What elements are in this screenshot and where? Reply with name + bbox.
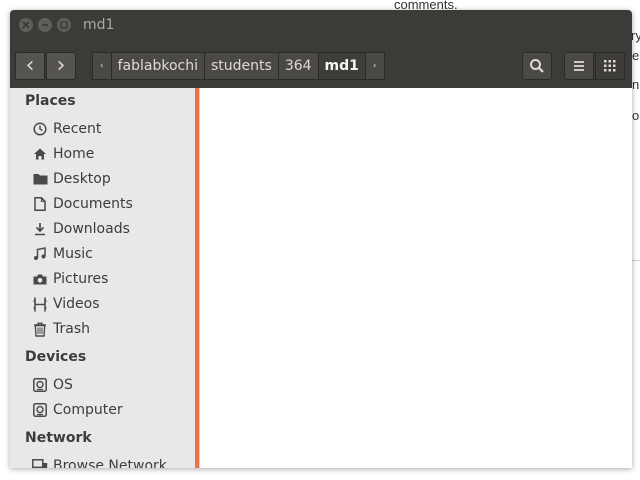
list-view-button[interactable] [564, 52, 594, 80]
background-text: e [632, 48, 640, 63]
back-arrow-icon: ‹ [25, 53, 35, 78]
file-view-area[interactable] [199, 88, 632, 468]
sidebar-item-label: Documents [53, 196, 133, 212]
drive-icon [32, 377, 48, 393]
close-button[interactable] [19, 18, 33, 32]
drive-icon [32, 402, 48, 418]
sidebar-item-os[interactable]: OS [32, 374, 73, 396]
sidebar-item-pictures[interactable]: Pictures [32, 268, 108, 290]
maximize-button[interactable] [57, 18, 71, 32]
toolbar: ‹ › ‹ fablabkochi students 364 md1 › [10, 40, 632, 88]
sidebar-item-label: Computer [53, 402, 123, 418]
minimize-button[interactable] [38, 18, 52, 32]
minimize-icon [42, 24, 48, 26]
home-icon [32, 146, 48, 162]
download-icon [32, 221, 48, 237]
breadcrumb-item[interactable]: 364 [279, 53, 319, 79]
grid-view-button[interactable] [595, 52, 625, 80]
camera-icon [32, 271, 48, 287]
sidebar: Places Recent Home Desktop Documents Dow… [10, 88, 195, 468]
breadcrumb: ‹ fablabkochi students 364 md1 › [92, 52, 385, 80]
back-button[interactable]: ‹ [15, 52, 45, 80]
close-icon [22, 21, 30, 29]
sidebar-item-label: Recent [53, 121, 102, 137]
forward-button[interactable]: › [46, 52, 76, 80]
network-icon [32, 458, 48, 468]
sidebar-item-videos[interactable]: Videos [32, 293, 100, 315]
breadcrumb-current[interactable]: md1 [318, 53, 366, 79]
clock-icon [32, 121, 48, 137]
film-icon [32, 296, 48, 312]
file-manager-window: md1 ‹ › ‹ fablabkochi students 364 md1 › [10, 10, 632, 468]
sidebar-item-label: Pictures [53, 271, 109, 287]
grid-view-icon [604, 60, 616, 72]
sidebar-section-devices: Devices [25, 349, 87, 365]
sidebar-item-downloads[interactable]: Downloads [32, 218, 130, 240]
document-icon [32, 196, 48, 212]
sidebar-item-documents[interactable]: Documents [32, 193, 133, 215]
sidebar-item-label: Trash [53, 321, 90, 337]
sidebar-item-trash[interactable]: Trash [32, 318, 90, 340]
sidebar-section-network: Network [25, 430, 92, 446]
sidebar-item-home[interactable]: Home [32, 143, 94, 165]
sidebar-item-browse-network[interactable]: Browse Network [32, 455, 167, 468]
sidebar-item-label: Browse Network [53, 458, 167, 468]
folder-icon [32, 171, 48, 187]
sidebar-item-label: Desktop [53, 171, 111, 187]
background-text: o [632, 108, 640, 123]
sidebar-item-music[interactable]: Music [32, 243, 93, 265]
background-text: ry [631, 28, 640, 43]
sidebar-item-label: OS [53, 377, 73, 393]
breadcrumb-item[interactable]: fablabkochi [112, 53, 205, 79]
search-button[interactable] [522, 52, 552, 80]
sidebar-item-label: Downloads [53, 221, 130, 237]
title-bar[interactable]: md1 [10, 10, 632, 40]
music-icon [32, 246, 48, 262]
sidebar-item-label: Music [53, 246, 93, 262]
list-view-icon [574, 61, 584, 71]
sidebar-section-places: Places [25, 93, 76, 109]
search-icon [530, 59, 544, 73]
maximize-icon [60, 21, 68, 29]
background-text: n [632, 77, 640, 92]
sidebar-item-label: Home [53, 146, 95, 162]
sidebar-item-recent[interactable]: Recent [32, 118, 101, 140]
breadcrumb-item[interactable]: students [205, 53, 279, 79]
sidebar-item-computer[interactable]: Computer [32, 399, 123, 421]
sidebar-item-label: Videos [53, 296, 100, 312]
trash-icon [32, 321, 48, 337]
forward-arrow-icon: › [56, 53, 66, 78]
sidebar-item-desktop[interactable]: Desktop [32, 168, 111, 190]
breadcrumb-scroll-left[interactable]: ‹ [93, 53, 112, 79]
window-title: md1 [83, 17, 115, 33]
breadcrumb-scroll-right[interactable]: › [366, 53, 384, 79]
background-divider [632, 260, 640, 261]
